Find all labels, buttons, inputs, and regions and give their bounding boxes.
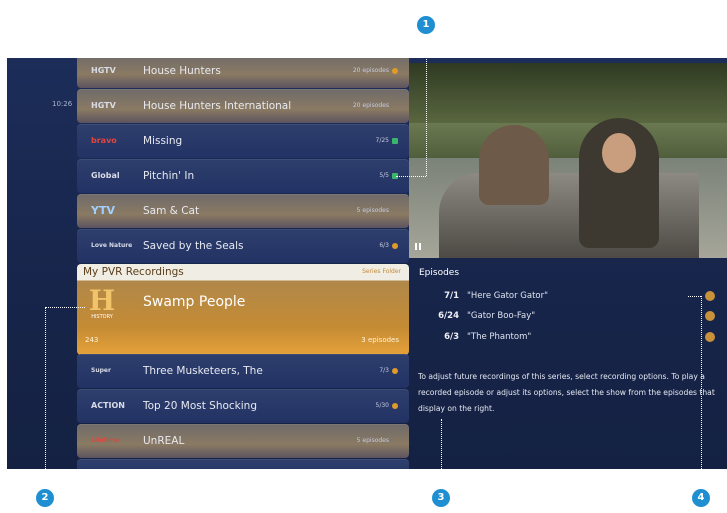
callout-leader (45, 307, 46, 489)
recording-title: Three Musketeers, The (143, 365, 263, 377)
callout-leader (441, 419, 442, 489)
recording-status-icon (392, 243, 398, 249)
channel-number: 243 (85, 336, 99, 344)
series-folder-tag: Series Folder (362, 268, 401, 275)
selected-series-folder[interactable]: My PVR Recordings Series Folder H HISTOR… (77, 264, 409, 355)
channel-logo: ACTION (91, 401, 125, 410)
episode-count: 5 episodes (356, 437, 389, 444)
channel-logo: YTV (91, 204, 115, 217)
recording-title: Pitchin' In (143, 170, 195, 182)
episode-item[interactable]: 7/1 "Here Gator Gator" (419, 288, 719, 306)
episodes-heading: Episodes (419, 268, 460, 278)
list-item[interactable]: YTV Sam & Cat 5 episodes (77, 194, 409, 228)
episode-count: 6/3 (379, 242, 389, 249)
episode-count: 5/5 (379, 172, 389, 179)
channel-logo: HGTV (91, 66, 116, 75)
episode-date: 6/3 (444, 332, 459, 342)
episode-name: "Here Gator Gator" (467, 291, 549, 301)
channel-logo: Love Nature (91, 242, 133, 249)
video-preview[interactable] (409, 63, 727, 258)
callout-1: 1 (417, 16, 435, 34)
episode-count: 20 episodes (352, 67, 389, 74)
callout-leader (45, 307, 85, 308)
recording-status-icon (392, 68, 398, 74)
recording-title: Sam & Cat (143, 205, 200, 217)
episode-count: 20 episodes (352, 102, 389, 109)
episode-item[interactable]: 6/3 "The Phantom" (419, 329, 719, 347)
recording-status-icon (392, 368, 398, 374)
series-title: Swamp People (143, 294, 246, 310)
episode-count: 5/30 (375, 402, 389, 409)
list-item[interactable]: HGTV House Hunters International 20 epis… (77, 89, 409, 123)
pause-icon[interactable] (415, 243, 421, 250)
episode-item[interactable]: 6/24 "Gator Boo-Fay" (419, 308, 719, 326)
folder-header: My PVR Recordings (83, 266, 184, 278)
recording-status-icon (392, 403, 398, 409)
recording-title: UnREAL (143, 435, 185, 447)
callout-2: 2 (36, 489, 54, 507)
list-item[interactable]: Super Movies Three Musketeers, The 7/3 (77, 354, 409, 408)
channel-logo: Super Movies (91, 367, 115, 408)
episode-date: 7/1 (444, 291, 459, 301)
list-item[interactable]: ACTION Top 20 Most Shocking 5/30 (77, 389, 409, 423)
list-item[interactable] (77, 459, 409, 469)
callout-leader (396, 176, 426, 177)
recording-options-icon[interactable] (705, 332, 715, 342)
callout-4: 4 (692, 489, 710, 507)
list-item[interactable]: Love Nature Saved by the Seals 6/3 (77, 229, 409, 263)
recording-title: Top 20 Most Shocking (143, 400, 257, 412)
channel-logo: HGTV (91, 101, 116, 110)
episode-name: "Gator Boo-Fay" (467, 311, 536, 321)
recording-status-icon (392, 138, 398, 144)
callout-leader (701, 296, 702, 489)
list-item[interactable]: HGTV House Hunters 20 episodes (77, 58, 409, 88)
clock: 10:26 (52, 100, 73, 108)
callout-leader (426, 34, 427, 176)
channel-logo: Lifetime (91, 437, 119, 444)
list-item[interactable]: Lifetime UnREAL 5 episodes (77, 424, 409, 458)
recording-options-icon[interactable] (705, 291, 715, 301)
series-description: To adjust future recordings of this seri… (418, 372, 715, 413)
person-image (479, 125, 549, 205)
boat-image (439, 173, 699, 258)
list-item[interactable]: Global Pitchin' In 5/5 (77, 159, 409, 193)
episode-count: 7/25 (375, 137, 389, 144)
history-logo-icon: H HISTORY (88, 284, 116, 321)
episode-name: "The Phantom" (467, 332, 532, 342)
tv-screen: 10:26 HGTV House Hunters 20 episodes HGT… (7, 58, 727, 469)
channel-logo: bravo (91, 136, 117, 145)
recording-title: Saved by the Seals (143, 240, 244, 252)
episode-count: 3 episodes (361, 336, 399, 344)
episode-count: 5 episodes (356, 207, 389, 214)
recording-options-icon[interactable] (705, 311, 715, 321)
callout-3: 3 (432, 489, 450, 507)
episode-count: 7/3 (379, 367, 389, 374)
episode-date: 6/24 (438, 311, 459, 321)
recording-title: House Hunters International (143, 100, 292, 112)
channel-logo: Global (91, 171, 120, 180)
list-item[interactable]: bravo Missing 7/25 (77, 124, 409, 158)
recording-title: Missing (143, 135, 183, 147)
recording-title: House Hunters (143, 65, 221, 77)
callout-leader (688, 296, 701, 297)
